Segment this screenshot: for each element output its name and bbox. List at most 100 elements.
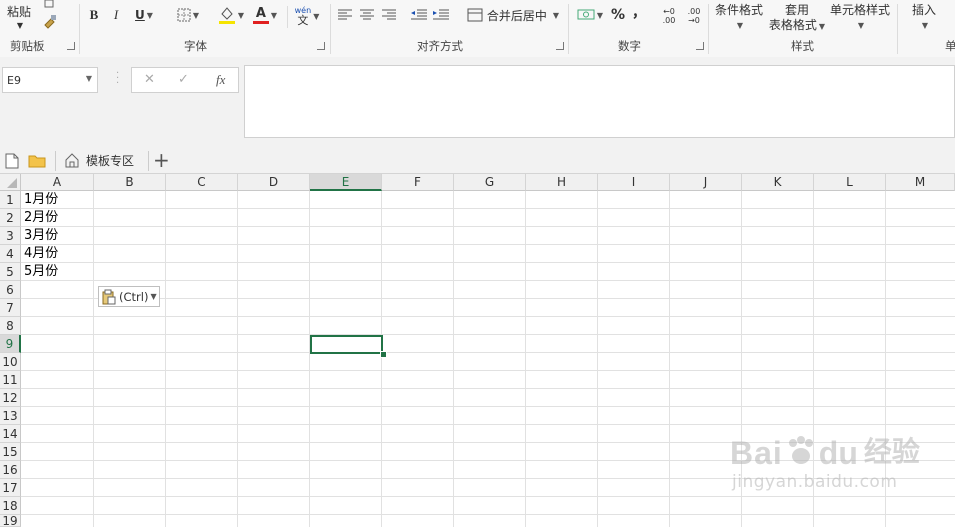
- fill-handle[interactable]: [380, 351, 387, 358]
- clipboard-launcher-icon[interactable]: [67, 42, 75, 50]
- font-launcher-icon[interactable]: [317, 42, 325, 50]
- cell-a4[interactable]: 4月份: [24, 245, 58, 263]
- row-header-6[interactable]: 6: [0, 281, 21, 299]
- gridline-horizontal: [21, 388, 955, 389]
- row-header-13[interactable]: 13: [0, 407, 21, 425]
- insert-button[interactable]: 插入 ▼: [904, 1, 944, 35]
- table-format-button[interactable]: 套用 表格格式 ▼: [766, 1, 828, 35]
- active-cell-selection[interactable]: [310, 335, 383, 354]
- chevron-down-icon: ▼: [736, 21, 744, 30]
- paste-button[interactable]: 粘贴: [4, 2, 34, 20]
- divider: [55, 151, 56, 171]
- gridline-horizontal: [21, 424, 955, 425]
- paste-label: 粘贴: [6, 4, 31, 19]
- confirm-entry-button[interactable]: ✓: [178, 72, 189, 87]
- new-document-icon[interactable]: [5, 153, 19, 172]
- add-tab-button[interactable]: +: [153, 148, 170, 172]
- row-header-15[interactable]: 15: [0, 443, 21, 461]
- column-header-b[interactable]: B: [94, 174, 166, 191]
- underline-button[interactable]: U ▼: [130, 6, 158, 24]
- select-all-corner[interactable]: [0, 174, 21, 191]
- column-header-g[interactable]: G: [454, 174, 526, 191]
- row-header-14[interactable]: 14: [0, 425, 21, 443]
- currency-format-button[interactable]: ▼: [575, 5, 605, 25]
- gridline-vertical: [309, 191, 310, 527]
- column-header-a[interactable]: A: [21, 174, 94, 191]
- name-box[interactable]: E9 ▼: [2, 67, 98, 93]
- merge-center-button[interactable]: 合并后居中 ▼: [463, 5, 563, 25]
- alignment-launcher-icon[interactable]: [556, 42, 564, 50]
- fill-color-button[interactable]: ▼: [216, 4, 246, 26]
- row-header-8[interactable]: 8: [0, 317, 21, 335]
- gridline-vertical: [237, 191, 238, 527]
- formula-bar-grip-icon: · · ·: [116, 68, 120, 89]
- increase-indent-icon[interactable]: [432, 6, 450, 24]
- bold-button[interactable]: B: [86, 6, 102, 24]
- name-box-value: E9: [7, 73, 21, 87]
- italic-button[interactable]: I: [108, 6, 124, 24]
- row-header-19[interactable]: 19: [0, 514, 21, 528]
- cell-a2[interactable]: 2月份: [24, 209, 58, 227]
- gridline-horizontal: [21, 370, 955, 371]
- increase-decimal-button[interactable]: ←0 .00: [658, 4, 680, 28]
- row-header-18[interactable]: 18: [0, 497, 21, 515]
- column-header-h[interactable]: H: [526, 174, 598, 191]
- row-header-10[interactable]: 10: [0, 353, 21, 371]
- column-header-d[interactable]: D: [238, 174, 310, 191]
- paste-dropdown-chevron-icon[interactable]: ▼: [10, 20, 30, 30]
- column-header-f[interactable]: F: [382, 174, 454, 191]
- pinyin-guide-button[interactable]: wén 文 ▼: [292, 4, 322, 28]
- home-icon: [65, 153, 79, 168]
- row-header-7[interactable]: 7: [0, 299, 21, 317]
- row-header-9[interactable]: 9: [0, 335, 21, 353]
- tab-template-zone[interactable]: 模板专区: [60, 147, 146, 173]
- row-header-17[interactable]: 17: [0, 479, 21, 497]
- column-header-m[interactable]: M: [886, 174, 955, 191]
- row-header-4[interactable]: 4: [0, 245, 21, 263]
- column-header-c[interactable]: C: [166, 174, 238, 191]
- row-header-16[interactable]: 16: [0, 461, 21, 479]
- open-folder-icon[interactable]: [28, 154, 46, 171]
- cell-a1[interactable]: 1月份: [24, 191, 58, 209]
- column-header-k[interactable]: K: [742, 174, 814, 191]
- cell-a3[interactable]: 3月份: [24, 227, 58, 245]
- bold-glyph: B: [89, 7, 99, 22]
- row-header-1[interactable]: 1: [0, 191, 21, 209]
- formula-input[interactable]: [244, 65, 955, 138]
- align-left-icon[interactable]: [337, 6, 353, 24]
- conditional-format-button[interactable]: 条件格式 ▼: [712, 1, 766, 35]
- cell-a5[interactable]: 5月份: [24, 263, 58, 281]
- decrease-indent-icon[interactable]: [410, 6, 428, 24]
- percent-glyph: %: [610, 7, 626, 23]
- pinyin-bottom: 文: [297, 14, 309, 27]
- decrease-decimal-button[interactable]: .00 →0: [683, 4, 705, 28]
- cancel-entry-button[interactable]: ✕: [144, 72, 155, 87]
- paw-icon: [788, 436, 813, 464]
- font-color-button[interactable]: A ▼: [250, 4, 280, 26]
- paste-options-button[interactable]: (Ctrl) ▼: [98, 286, 160, 307]
- column-header-e[interactable]: E: [310, 174, 382, 191]
- watermark-brand-2: du: [818, 435, 858, 471]
- row-header-11[interactable]: 11: [0, 371, 21, 389]
- column-header-i[interactable]: I: [598, 174, 670, 191]
- copy-icon[interactable]: [42, 0, 58, 8]
- format-painter-icon[interactable]: [41, 12, 59, 30]
- gridline-horizontal: [21, 262, 955, 263]
- row-header-2[interactable]: 2: [0, 209, 21, 227]
- name-box-chevron-icon[interactable]: ▼: [86, 74, 92, 83]
- column-header-l[interactable]: L: [814, 174, 886, 191]
- insert-function-button[interactable]: fx: [216, 72, 225, 88]
- align-right-icon[interactable]: [381, 6, 397, 24]
- chevron-down-icon: ▼: [921, 21, 929, 30]
- percent-button[interactable]: %: [610, 5, 626, 25]
- border-button[interactable]: ▼: [172, 6, 204, 24]
- number-launcher-icon[interactable]: [696, 42, 704, 50]
- column-header-j[interactable]: J: [670, 174, 742, 191]
- comma-style-button[interactable]: ，: [632, 2, 646, 22]
- clipboard-group-label: 剪贴板: [10, 39, 45, 53]
- row-header-3[interactable]: 3: [0, 227, 21, 245]
- row-header-5[interactable]: 5: [0, 263, 21, 281]
- cell-style-button[interactable]: 单元格样式 ▼: [828, 1, 892, 35]
- row-header-12[interactable]: 12: [0, 389, 21, 407]
- align-center-icon[interactable]: [359, 6, 375, 24]
